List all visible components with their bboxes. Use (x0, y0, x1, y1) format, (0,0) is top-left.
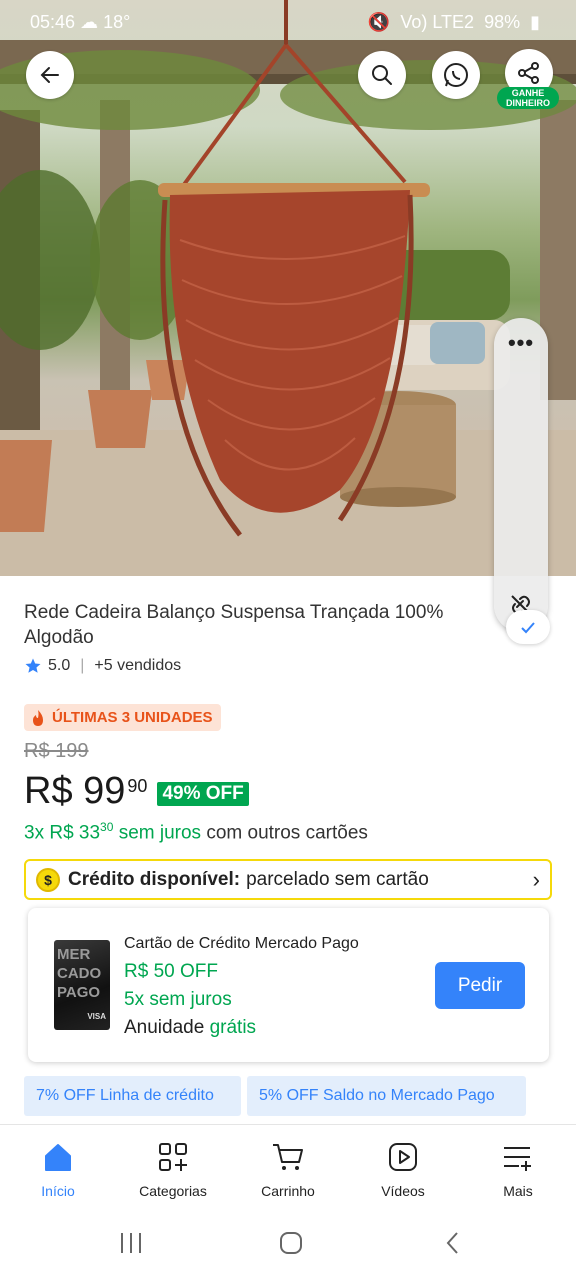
old-price: R$ 199 (24, 740, 89, 762)
nav-cart-label: Carrinho (261, 1183, 315, 1199)
cart-icon (273, 1144, 303, 1170)
video-icon (389, 1143, 417, 1171)
current-price: R$ 99 90 49% OFF (24, 768, 249, 814)
recent-apps-button[interactable] (118, 1230, 144, 1261)
nav-videos-label: Vídeos (381, 1183, 425, 1199)
nav-more[interactable]: Mais (463, 1137, 573, 1199)
home-system-button[interactable] (278, 1230, 304, 1261)
nav-cart[interactable]: Carrinho (233, 1137, 343, 1199)
rating-separator: | (80, 657, 85, 674)
card-offer-line1: R$ 50 OFF (124, 961, 218, 982)
annual-fee-free: grátis (209, 1017, 257, 1038)
nav-videos[interactable]: Vídeos (348, 1137, 458, 1199)
menu-plus-icon (504, 1147, 531, 1171)
stock-badge: ÚLTIMAS 3 UNIDADES (24, 704, 221, 731)
price-cents: 90 (127, 776, 148, 796)
status-left: 05:46 ☁ 18° (30, 12, 130, 33)
credit-card-image: MER CADO PAGO VISA (54, 940, 110, 1030)
whatsapp-share-button[interactable] (432, 51, 480, 99)
battery-level: 98% (484, 11, 521, 32)
hammock-chair-illustration (0, 0, 576, 576)
discount-badge: 49% OFF (157, 782, 249, 806)
product-title: Rede Cadeira Balanço Suspensa Trançada 1… (24, 602, 444, 648)
battery-icon: ▮ (530, 11, 540, 32)
rating-score: 5.0 (48, 657, 71, 674)
home-circle-icon (280, 1232, 302, 1254)
installments-info[interactable]: 3x R$ 3330 sem juros com outros cartões (24, 820, 368, 844)
status-right: 🔇 Vo) LTE2 98% ▮ (368, 12, 540, 33)
credit-available-bar[interactable]: $ Crédito disponível: parcelado sem cart… (24, 859, 552, 900)
more-options-icon[interactable]: ••• (494, 330, 548, 356)
arrow-left-icon (40, 67, 59, 83)
status-bar: 05:46 ☁ 18° 🔇 Vo) LTE2 98% ▮ (0, 0, 576, 44)
weather-icon: ☁ (80, 11, 99, 32)
nav-home[interactable]: Início (3, 1137, 113, 1199)
recent-apps-icon (121, 1233, 141, 1253)
bottom-navigation: Início Categorias Carrinho Vídeos Mais (0, 1124, 576, 1210)
floating-side-panel[interactable]: ••• (494, 318, 548, 632)
card-offer-line3: Anuidade grátis (124, 1014, 359, 1042)
installments-amount: 3x R$ 33 (24, 822, 101, 844)
chevron-right-icon: › (532, 866, 540, 892)
card-offer-title: Cartão de Crédito Mercado Pago (124, 935, 359, 952)
nav-categories[interactable]: Categorias (118, 1137, 228, 1199)
installments-no-interest: sem juros (118, 822, 202, 844)
sold-count: +5 vendidos (94, 657, 182, 674)
balance-chip[interactable]: 5% OFF Saldo no Mercado Pago (247, 1076, 526, 1116)
ganhe-dinheiro-badge[interactable]: GANHE DINHEIRO (497, 87, 559, 109)
stock-badge-label: ÚLTIMAS 3 UNIDADES (52, 709, 213, 726)
card-art-text: MER CADO PAGO (57, 946, 102, 1001)
nav-home-label: Início (41, 1183, 75, 1199)
home-icon (45, 1144, 71, 1171)
card-offer-line2: 5x sem juros (124, 989, 232, 1010)
back-button[interactable] (26, 51, 74, 99)
check-icon (521, 622, 535, 634)
search-icon (372, 65, 392, 85)
card-offer-text: Cartão de Crédito Mercado Pago R$ 50 OFF… (124, 930, 359, 1042)
whatsapp-icon (444, 63, 468, 87)
nav-more-label: Mais (503, 1183, 533, 1199)
status-temp: 18° (103, 11, 131, 32)
categories-icon (159, 1143, 187, 1171)
status-signal: Vo) LTE2 (400, 11, 475, 32)
card-brand: VISA (87, 1012, 106, 1021)
credit-label-bold: Crédito disponível: (68, 868, 241, 890)
chevron-left-icon (446, 1232, 458, 1254)
system-navigation (0, 1210, 576, 1280)
fire-icon (33, 709, 43, 726)
product-image[interactable] (0, 0, 576, 576)
credit-line-chip[interactable]: 7% OFF Linha de crédito (24, 1076, 241, 1116)
star-icon (25, 658, 41, 673)
credit-card-offer[interactable]: MER CADO PAGO VISA Cartão de Crédito Mer… (28, 908, 549, 1062)
share-icon (518, 62, 539, 84)
nav-categories-label: Categorias (139, 1183, 207, 1199)
coin-icon: $ (36, 867, 60, 892)
rating-row[interactable]: 5.0 | +5 vendidos (24, 657, 181, 675)
credit-label-rest: parcelado sem cartão (246, 868, 429, 890)
request-card-button[interactable]: Pedir (435, 962, 525, 1009)
installments-suffix: com outros cartões (206, 822, 368, 844)
mute-icon: 🔇 (367, 11, 391, 32)
price-main: R$ 99 (24, 770, 126, 812)
back-system-button[interactable] (440, 1230, 466, 1261)
status-time: 05:46 (30, 11, 76, 32)
annual-fee-label: Anuidade (124, 1017, 205, 1038)
search-button[interactable] (358, 51, 406, 99)
check-bubble (506, 610, 550, 644)
installments-cents: 30 (100, 820, 114, 834)
